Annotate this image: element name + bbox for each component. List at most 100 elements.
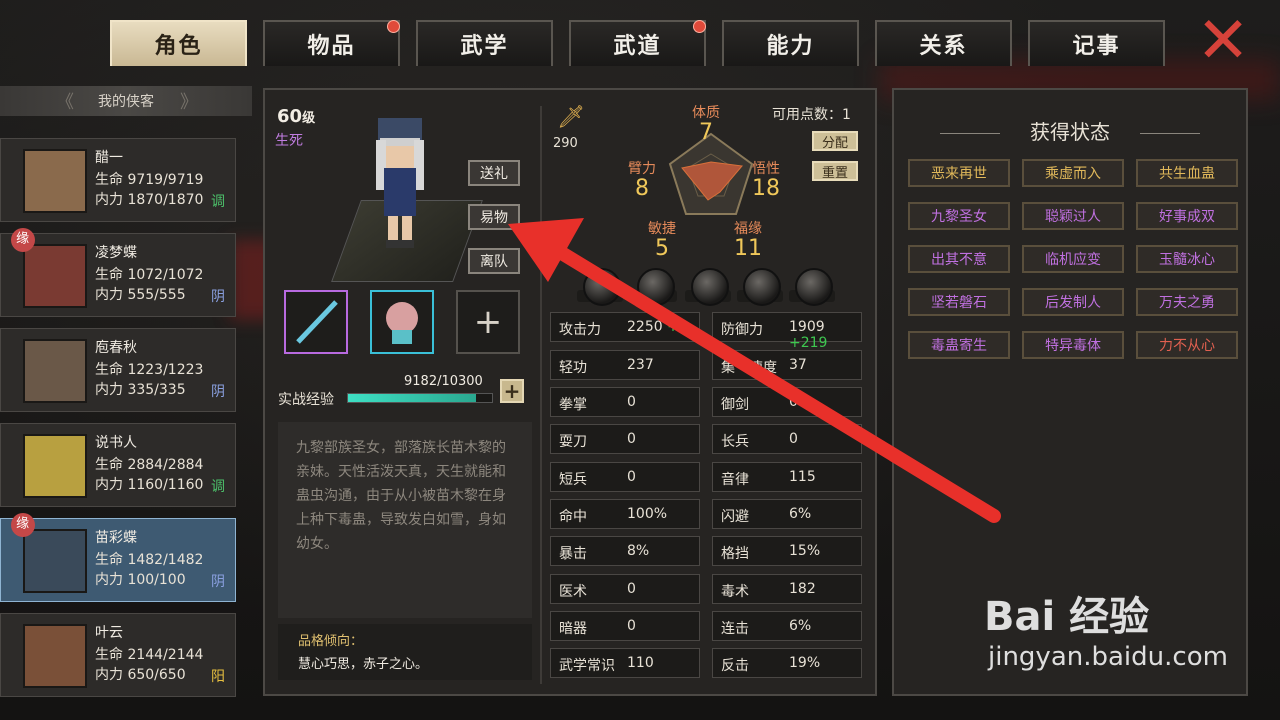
weapon-slot[interactable] xyxy=(284,290,348,354)
stat-value: 0 xyxy=(627,618,636,634)
stat-row: 长兵 0 xyxy=(712,424,862,454)
sword-icon: 🗡 xyxy=(557,105,585,130)
character-name: 说书人 xyxy=(95,435,137,451)
gift-button[interactable]: 送礼 xyxy=(468,160,520,186)
character-tag: 阳 xyxy=(211,669,225,685)
status-badge[interactable]: 乘虚而入 xyxy=(1022,159,1124,187)
status-badge[interactable]: 特异毒体 xyxy=(1022,331,1124,359)
tab-abilities[interactable]: 能力 xyxy=(722,20,859,66)
attr-comprehension: 悟性 18 xyxy=(752,161,780,201)
status-badge[interactable]: 临机应变 xyxy=(1022,245,1124,273)
stat-value: 15% xyxy=(789,543,821,559)
tab-character[interactable]: 角色 xyxy=(110,20,247,66)
tab-relations[interactable]: 关系 xyxy=(875,20,1012,66)
status-badge[interactable]: 玉髓冰心 xyxy=(1136,245,1238,273)
trade-button[interactable]: 易物 xyxy=(468,204,520,230)
stat-label: 医术 xyxy=(559,584,587,600)
orb-slot-icon[interactable] xyxy=(743,268,781,306)
avatar xyxy=(23,434,87,498)
status-badge[interactable]: 出其不意 xyxy=(908,245,1010,273)
leave-party-button[interactable]: 离队 xyxy=(468,248,520,274)
character-name: 叶云 xyxy=(95,625,123,641)
exp-label: 实战经验 xyxy=(278,392,334,408)
tab-label: 武道 xyxy=(613,34,662,59)
attr-fortune: 福缘 11 xyxy=(734,221,762,261)
character-tag: 阴 xyxy=(211,574,225,590)
status-badge[interactable]: 好事成双 xyxy=(1136,202,1238,230)
stat-row: 短兵 0 xyxy=(550,462,700,492)
empty-slot-plus-icon[interactable]: + xyxy=(456,290,520,354)
status-badge[interactable]: 共生血蛊 xyxy=(1136,159,1238,187)
assign-button[interactable]: 分配 xyxy=(812,131,858,151)
status-badge[interactable]: 毒蛊寄生 xyxy=(908,331,1010,359)
status-panel-title: 获得状态 xyxy=(1030,120,1110,144)
stat-value: 182 xyxy=(789,581,816,597)
character-card[interactable]: 醋一 生命 9719/9719 内力 1870/1870 调 xyxy=(0,138,236,222)
status-badge[interactable]: 力不从心 xyxy=(1136,331,1238,359)
stat-value: 0 xyxy=(627,469,636,485)
trait-title: 品格倾向： xyxy=(298,634,364,649)
orb-slot-icon[interactable] xyxy=(691,268,729,306)
stat-row: 音律 115 xyxy=(712,462,862,492)
character-card[interactable]: 说书人 生命 2884/2884 内力 1160/1160 调 xyxy=(0,423,236,507)
orb-slot-icon[interactable] xyxy=(637,268,675,306)
tab-label: 能力 xyxy=(766,34,815,59)
character-description: 九黎部族圣女，部落族长苗木黎的亲妹。天性活泼天真，天生就能和蛊虫沟通，由于从小被… xyxy=(278,422,532,618)
chevron-left-icon[interactable]: 《 xyxy=(56,88,74,114)
character-card-selected[interactable]: 缘 苗彩蝶 生命 1482/1482 内力 100/100 阴 xyxy=(0,508,236,602)
stat-label: 武学常识 xyxy=(559,658,615,674)
stat-bonus: +219 xyxy=(789,335,828,351)
watermark: Bai 经验 jingyan.baidu.com xyxy=(984,584,1228,672)
status-badge[interactable]: 恶来再世 xyxy=(908,159,1010,187)
tab-martial-arts[interactable]: 武学 xyxy=(416,20,553,66)
flute-icon xyxy=(296,300,338,344)
companion-slot[interactable] xyxy=(370,290,434,354)
watermark-url: jingyan.baidu.com xyxy=(988,642,1228,672)
character-mp: 内力 1160/1160 xyxy=(95,477,204,493)
status-badge[interactable]: 万夫之勇 xyxy=(1136,288,1238,316)
exp-bar xyxy=(347,393,493,403)
character-card[interactable]: 叶云 生命 2144/2144 内力 650/650 阳 xyxy=(0,613,236,697)
orb-slot-icon[interactable] xyxy=(583,268,621,306)
stat-value: 6% xyxy=(789,618,812,634)
exp-plus-button[interactable]: + xyxy=(500,379,524,403)
tab-journal[interactable]: 记事 xyxy=(1028,20,1165,66)
attr-agility: 敏捷 5 xyxy=(648,221,676,261)
status-badge[interactable]: 九黎圣女 xyxy=(908,202,1010,230)
stat-label: 拳掌 xyxy=(559,397,587,413)
stat-value: 237 xyxy=(627,357,654,373)
status-badge[interactable]: 聪颖过人 xyxy=(1022,202,1124,230)
stat-label: 闪避 xyxy=(721,509,749,525)
orb-slot-icon[interactable] xyxy=(795,268,833,306)
character-tag: 调 xyxy=(211,479,225,495)
character-card[interactable]: 庖春秋 生命 1223/1223 内力 335/335 阴 xyxy=(0,328,236,412)
available-points: 可用点数：1 xyxy=(772,107,851,123)
close-icon[interactable]: ✕ xyxy=(1196,9,1250,73)
tab-label: 物品 xyxy=(307,34,356,59)
tab-items[interactable]: 物品 xyxy=(263,20,400,66)
stat-label: 暗器 xyxy=(559,621,587,637)
stat-label: 音律 xyxy=(721,472,749,488)
attr-constitution: 体质 7 xyxy=(692,105,720,145)
stat-row: 医术 0 xyxy=(550,574,700,604)
stat-row: 武学常识 110 xyxy=(550,648,700,678)
tab-martial-way[interactable]: 武道 xyxy=(569,20,706,66)
chevron-right-icon[interactable]: 》 xyxy=(180,88,198,114)
character-card[interactable]: 缘 凌梦蝶 生命 1072/1072 内力 555/555 阴 xyxy=(0,223,236,317)
status-badge[interactable]: 后发制人 xyxy=(1022,288,1124,316)
character-hp: 生命 9719/9719 xyxy=(95,172,204,188)
stat-bonus: +4 xyxy=(667,319,688,335)
stat-label: 格挡 xyxy=(721,546,749,562)
notification-dot xyxy=(387,20,400,33)
stat-label: 御剑 xyxy=(721,397,749,413)
stat-value: 19% xyxy=(789,655,821,671)
stat-row: 闪避 6% xyxy=(712,499,862,529)
stat-row: 轻功 237 xyxy=(550,350,700,380)
stat-value: 1909 +219 xyxy=(789,319,828,351)
stat-row: 格挡 15% xyxy=(712,536,862,566)
status-badge[interactable]: 坚若磐石 xyxy=(908,288,1010,316)
stat-row: 御剑 0 xyxy=(712,387,862,417)
list-title: 我的侠客 xyxy=(98,94,154,110)
reset-button[interactable]: 重置 xyxy=(812,161,858,181)
stat-value: 8% xyxy=(627,543,650,559)
